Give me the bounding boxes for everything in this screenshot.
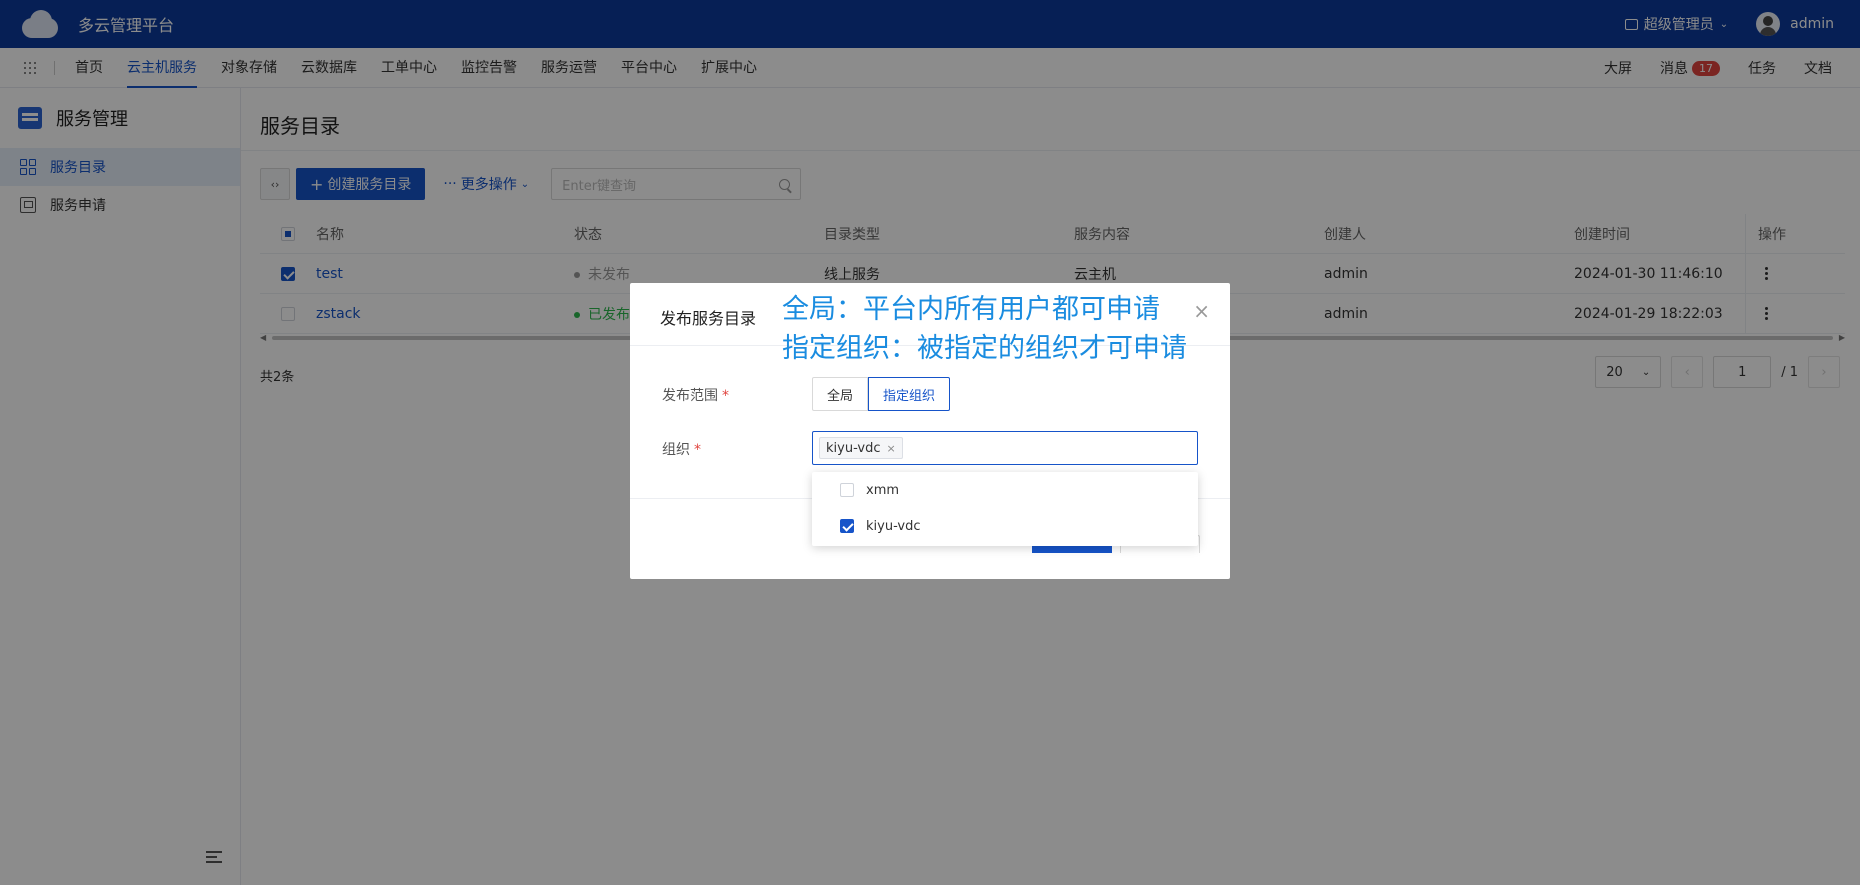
scope-label-text: 发布范围: [662, 388, 718, 404]
org-dropdown: xmm kiyu-vdc: [812, 472, 1198, 546]
scope-segmented-control: 全局 指定组织: [812, 377, 951, 411]
annotation-line-1: 全局：平台内所有用户都可申请: [782, 294, 1160, 325]
scope-option-org[interactable]: 指定组织: [868, 377, 951, 411]
org-tag-label: kiyu-vdc: [826, 440, 881, 456]
scope-option-global[interactable]: 全局: [812, 377, 869, 411]
option-label: xmm: [866, 482, 900, 498]
required-mark: *: [694, 442, 701, 458]
org-select[interactable]: kiyu-vdc ×: [812, 431, 1198, 465]
option-checkbox[interactable]: [840, 483, 854, 497]
required-mark: *: [722, 388, 729, 404]
annotation-line-2: 指定组织：被指定的组织才可申请: [782, 333, 1187, 364]
option-checkbox[interactable]: [840, 519, 854, 533]
scope-label: 发布范围 *: [662, 385, 729, 405]
option-label: kiyu-vdc: [866, 518, 921, 534]
remove-tag-icon[interactable]: ×: [887, 442, 896, 455]
modal-title: 发布服务目录: [660, 309, 757, 328]
org-option-kiyu-vdc[interactable]: kiyu-vdc: [812, 508, 1198, 544]
org-label: 组织 *: [662, 439, 701, 459]
org-tag: kiyu-vdc ×: [819, 437, 903, 459]
annotation-text: 全局：平台内所有用户都可申请 指定组织：被指定的组织才可申请: [782, 290, 1232, 368]
org-option-xmm[interactable]: xmm: [812, 472, 1198, 508]
org-label-text: 组织: [662, 442, 690, 458]
